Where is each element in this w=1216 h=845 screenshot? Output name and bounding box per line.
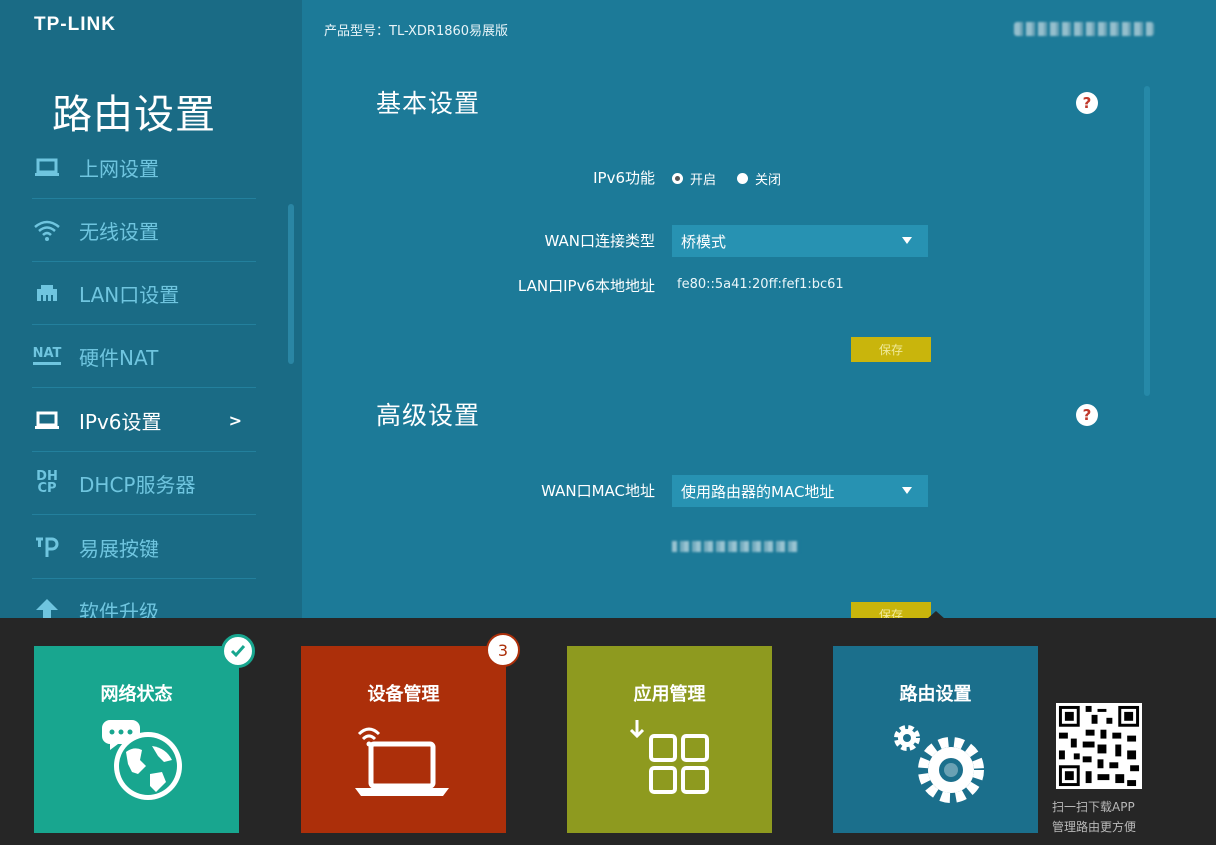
sidebar-item-label: DHCP服务器 — [79, 472, 196, 497]
sidebar-item-label: 易展按键 — [79, 536, 159, 561]
device-count-badge: 3 — [486, 633, 520, 667]
dhcp-icon: DH CP — [36, 469, 58, 496]
app-grid-icon — [567, 716, 772, 806]
sidebar-item-upgrade[interactable]: 软件升级 — [32, 579, 256, 618]
qr-caption: 扫一扫下载APP 管理路由更方便 — [1052, 800, 1137, 834]
wifi-icon — [32, 215, 62, 245]
wan-mac-label: WAN口MAC地址 — [541, 482, 655, 500]
sidebar-title: 路由设置 — [52, 92, 216, 138]
sidebar-item-label: 软件升级 — [79, 599, 159, 619]
laptop-icon — [32, 152, 62, 182]
nat-icon: NAT — [32, 341, 62, 371]
help-icon[interactable]: ? — [1076, 92, 1098, 114]
help-icon[interactable]: ? — [1076, 404, 1098, 426]
radio-selected-icon — [672, 173, 683, 184]
sidebar-item-label: 上网设置 — [79, 156, 159, 181]
account-info-blurred — [1014, 22, 1154, 36]
globe-chat-icon — [34, 716, 239, 806]
easymesh-icon — [32, 532, 62, 562]
tile-app-management[interactable]: 应用管理 — [567, 646, 772, 833]
sidebar-item-label: 无线设置 — [79, 219, 159, 244]
ethernet-icon — [32, 278, 62, 308]
wan-type-label: WAN口连接类型 — [544, 232, 656, 250]
basic-settings-title: 基本设置 — [376, 89, 481, 118]
laptop-wifi-icon — [301, 716, 506, 806]
mac-address-blurred — [672, 541, 800, 552]
ipv6-function-label: IPv6功能 — [593, 169, 655, 187]
tile-device-management[interactable]: 设备管理 — [301, 646, 506, 833]
basic-save-button[interactable]: 保存 — [851, 337, 931, 362]
sidebar-item-dhcp[interactable]: DH CP DHCP服务器 — [32, 452, 256, 515]
sidebar-item-wireless[interactable]: 无线设置 — [32, 199, 256, 262]
sidebar-item-label: LAN口设置 — [79, 282, 180, 307]
qr-code-image — [1056, 703, 1142, 789]
sidebar-item-internet[interactable]: 上网设置 — [32, 136, 256, 199]
tplink-logo: TP-LINK — [34, 14, 116, 35]
gears-icon — [833, 716, 1038, 806]
chevron-right-icon: > — [228, 410, 242, 430]
tile-router-settings[interactable]: 路由设置 — [833, 646, 1038, 833]
caret-down-icon — [902, 487, 912, 494]
laptop-icon — [32, 405, 62, 435]
ipv6-on-radio[interactable]: 开启 — [672, 169, 716, 188]
radio-unselected-icon — [737, 173, 748, 184]
sidebar-item-lan[interactable]: LAN口设置 — [32, 262, 256, 325]
advanced-settings-title: 高级设置 — [376, 401, 481, 430]
sidebar-item-nat[interactable]: NAT 硬件NAT — [32, 325, 256, 388]
sidebar-item-label: IPv6设置 — [79, 409, 162, 434]
lan-ipv6-addr-label: LAN口IPv6本地地址 — [517, 277, 655, 295]
sidebar-item-label: 硬件NAT — [79, 345, 159, 370]
sidebar: TP-LINK 路由设置 上网设置 无线设置 LAN口设置 NAT 硬件NAT … — [0, 0, 302, 618]
main-scrollbar[interactable] — [1144, 86, 1150, 396]
check-icon — [221, 634, 255, 668]
wan-mac-select[interactable]: 使用路由器的MAC地址 — [672, 475, 928, 507]
sidebar-item-ipv6[interactable]: IPv6设置 > — [32, 389, 256, 452]
sidebar-scrollbar[interactable] — [288, 204, 294, 364]
lan-ipv6-addr-value: fe80::5a41:20ff:fef1:bc61 — [677, 277, 844, 292]
ipv6-off-radio[interactable]: 关闭 — [737, 169, 781, 188]
product-model: 产品型号：TL-XDR1860易展版 — [324, 24, 509, 39]
upgrade-icon — [32, 595, 62, 618]
sidebar-item-easymesh[interactable]: 易展按键 — [32, 516, 256, 579]
tile-network-status[interactable]: 网络状态 — [34, 646, 239, 833]
wan-type-select[interactable]: 桥模式 — [672, 225, 928, 257]
caret-down-icon — [902, 237, 912, 244]
